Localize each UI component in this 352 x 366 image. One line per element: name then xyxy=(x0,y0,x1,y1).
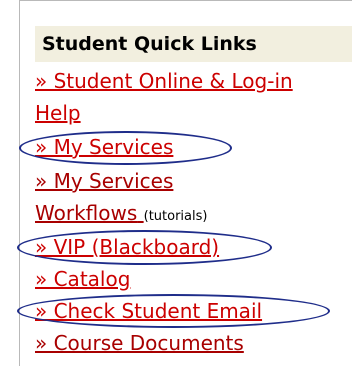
catalog-link[interactable]: » Catalog xyxy=(35,266,130,292)
panel-title: Student Quick Links xyxy=(35,26,352,62)
vip-blackboard-link[interactable]: » VIP (Blackboard) xyxy=(35,234,219,260)
tutorials-label: (tutorials) xyxy=(143,209,208,224)
course-documents-link[interactable]: » Course Documents xyxy=(35,330,244,356)
student-online-help-link-continued[interactable]: Help xyxy=(35,100,81,126)
my-services-workflows-link[interactable]: » My Services xyxy=(35,168,173,194)
check-student-email-link[interactable]: » Check Student Email xyxy=(35,298,262,324)
my-services-link[interactable]: » My Services xyxy=(35,134,173,160)
student-online-help-link[interactable]: » Student Online & Log-in xyxy=(35,68,293,94)
my-services-workflows-line: Workflows (tutorials) xyxy=(35,200,207,230)
my-services-workflows-link-continued[interactable]: Workflows xyxy=(35,201,137,225)
